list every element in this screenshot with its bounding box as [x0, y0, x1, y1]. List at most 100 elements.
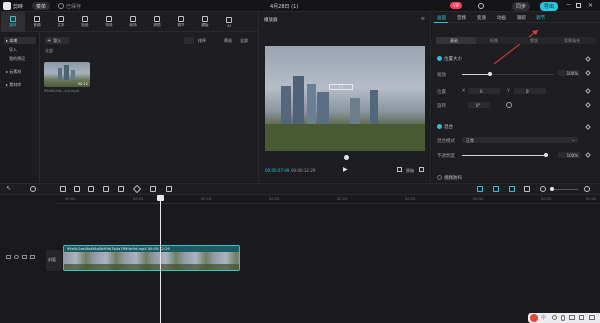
menu-button[interactable]: 菜单 [32, 2, 51, 10]
tool-sticker[interactable]: 贴纸 [73, 12, 97, 32]
keyframe-icon[interactable] [585, 88, 591, 94]
tool-adjust[interactable]: 调节 [169, 12, 193, 32]
avatar-icon[interactable] [478, 3, 484, 9]
section-toggle-icon[interactable] [437, 175, 442, 180]
keyframe-icon[interactable] [585, 152, 591, 158]
ime-logo-icon[interactable] [530, 314, 538, 322]
tool-audio[interactable]: 音频 [25, 12, 49, 32]
playhead[interactable] [160, 195, 161, 323]
timeline-video-clip[interactable]: 99a5c2ae0fa6f4a8b9f9d7b4a7ff9fdc9d.mp4 0… [63, 245, 240, 271]
track-visibility-icon[interactable] [14, 255, 19, 259]
more-icon[interactable] [166, 186, 172, 192]
sidebar-item-library[interactable]: ▸ 素材库 [4, 81, 36, 88]
view-toggle-icon[interactable] [184, 37, 194, 44]
minimize-icon[interactable]: — [566, 2, 571, 8]
link-icon[interactable] [493, 186, 499, 192]
tab-speed[interactable]: 变速 [477, 15, 486, 21]
blend-mode-select[interactable]: 正常 ⌄ [462, 137, 578, 143]
zoom-slider-handle[interactable] [550, 187, 554, 191]
zoom-slider-track[interactable] [550, 189, 578, 190]
rotate-icon[interactable] [132, 184, 142, 194]
pos-y-input[interactable]: 0 [514, 88, 546, 94]
sidebar-item-presets[interactable]: 我的预设 [4, 55, 36, 62]
sync-button[interactable]: 同步 [512, 2, 531, 11]
sort-button[interactable]: 排序 [198, 38, 206, 44]
rotate-input[interactable]: 0° [468, 102, 490, 108]
tool-ai[interactable]: AI [217, 12, 241, 32]
skin-icon[interactable] [579, 315, 584, 320]
tool-text[interactable]: 文本 [49, 12, 73, 32]
keyboard-icon[interactable] [569, 315, 575, 320]
scale-slider-handle[interactable] [487, 72, 492, 76]
track-more-icon[interactable] [30, 255, 35, 259]
tool-filter[interactable]: 滤镜 [145, 12, 169, 32]
tab-tracking[interactable]: 跟踪 [517, 15, 526, 21]
subtab-basic[interactable]: 基础 [450, 38, 458, 44]
zoom-out-icon[interactable] [540, 186, 546, 192]
ime-language[interactable]: 中 [541, 314, 546, 321]
keyframe-icon[interactable] [585, 70, 591, 76]
microphone-icon[interactable] [561, 315, 565, 321]
opacity-input[interactable]: 100% [558, 152, 580, 158]
filter-button[interactable]: 筛选 [224, 38, 232, 44]
close-icon[interactable]: × [588, 2, 593, 9]
media-clip-thumbnail[interactable]: 00:12 [44, 62, 90, 87]
time-ruler[interactable]: 00:00 00:05 00:10 00:15 00:20 00:25 00:3… [56, 195, 600, 204]
vip-badge[interactable]: VIP [450, 2, 463, 9]
tab-adjust[interactable]: 调节 [536, 15, 545, 21]
keyframe-icon[interactable] [585, 102, 591, 108]
ratio-button[interactable]: 原始 [406, 168, 414, 174]
menu-icon[interactable]: ≡ [421, 16, 425, 22]
zoom-handle-icon[interactable] [344, 155, 349, 160]
pos-x-input[interactable]: 0 [468, 88, 500, 94]
preview-axis-icon[interactable] [509, 186, 515, 192]
toolbox-icon[interactable] [589, 315, 595, 320]
tool-transition[interactable]: 转场 [121, 12, 145, 32]
tool-effect[interactable]: 特效 [97, 12, 121, 32]
section-toggle-icon[interactable] [437, 124, 442, 129]
tool-media[interactable]: 媒体 [1, 12, 25, 32]
sidebar-item-local[interactable]: ▸ 本地 [4, 37, 36, 44]
subtab-matting[interactable]: 抠像 [490, 38, 498, 44]
video-preview[interactable]: │ │ [265, 46, 425, 151]
expand-icon[interactable] [419, 167, 424, 172]
keyframe-icon[interactable] [585, 56, 591, 62]
tool-template[interactable]: 模板 [193, 12, 217, 32]
keyframe-icon[interactable] [585, 124, 591, 130]
section-toggle-icon[interactable] [437, 56, 442, 61]
crop-icon[interactable] [150, 186, 156, 192]
sidebar-item-cloud[interactable]: ▸ 云素材 [4, 68, 36, 75]
scale-input[interactable]: 100% [558, 70, 580, 76]
cover-button[interactable]: 封面 [46, 250, 62, 271]
subtab-mask[interactable]: 蒙版 [530, 38, 538, 44]
tool-label: 贴纸 [81, 23, 89, 27]
split-icon[interactable] [60, 186, 66, 192]
maximize-icon[interactable] [576, 3, 581, 8]
view-all-button[interactable]: 全部 [240, 38, 248, 44]
sidebar-item-import[interactable]: 导入 [4, 46, 36, 53]
freeze-icon[interactable] [88, 186, 94, 192]
punctuation-icon[interactable] [552, 315, 557, 320]
cursor-icon[interactable]: ↖ [6, 185, 12, 192]
track-lock-icon[interactable] [6, 255, 11, 259]
undo-icon[interactable] [30, 186, 36, 192]
opacity-slider-handle[interactable] [544, 153, 548, 157]
tab-audio[interactable]: 音频 [457, 15, 466, 21]
split-screen-icon[interactable] [524, 186, 530, 192]
snap-icon[interactable] [477, 186, 483, 192]
zoom-in-icon[interactable] [584, 186, 590, 192]
reverse-icon[interactable] [103, 186, 109, 192]
delete-icon[interactable] [74, 186, 80, 192]
subtab-background[interactable]: 背景填充 [564, 38, 580, 44]
project-title[interactable]: 4月28日 (1) [270, 3, 298, 10]
import-button[interactable]: + 导入 [45, 37, 69, 44]
track-mute-icon[interactable] [22, 255, 27, 259]
rotate-dial-icon[interactable] [506, 102, 512, 108]
playhead-handle-icon[interactable] [157, 195, 164, 201]
fullscreen-crop-icon[interactable] [397, 167, 402, 172]
play-icon[interactable]: ▶ [343, 166, 348, 173]
tab-picture[interactable]: 画面 [437, 15, 446, 21]
mirror-icon[interactable] [118, 186, 124, 192]
export-button[interactable]: 导出 [540, 2, 559, 11]
tab-animation[interactable]: 动画 [497, 15, 506, 21]
